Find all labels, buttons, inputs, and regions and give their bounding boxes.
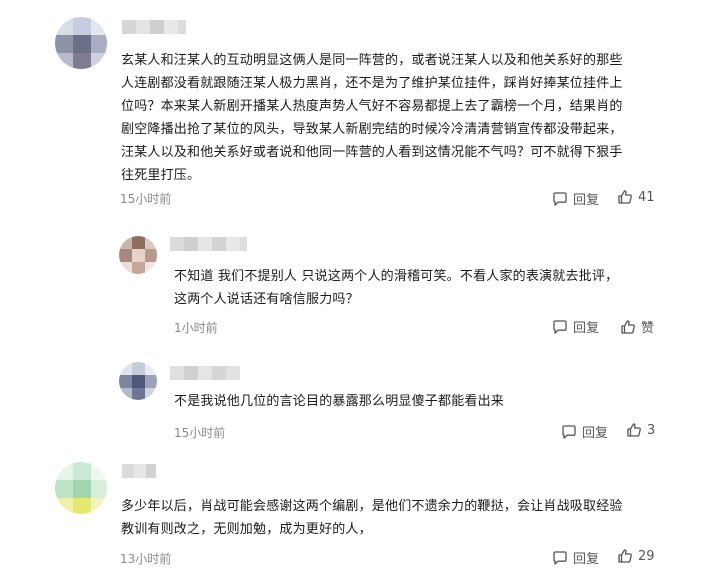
reply-button[interactable]: 回复	[552, 548, 599, 567]
timestamp: 1小时前	[174, 321, 218, 335]
comment-line: 不是我说他几位的言论目的暴露那么明显傻子都能看出来	[174, 394, 505, 409]
reply-label: 回复	[573, 321, 600, 336]
comment-bubble-icon	[561, 424, 577, 440]
comment-line: 剧空降播出抢了某位的风头，导致某人新剧完结的时候冷冷清清营销宣传都没带起来，	[121, 122, 623, 137]
reply-label: 回复	[582, 426, 609, 441]
like-button[interactable]: 29	[617, 548, 655, 564]
timestamp: 13小时前	[120, 552, 172, 566]
timestamp: 15小时前	[120, 192, 172, 206]
like-count: 3	[647, 422, 656, 438]
reply-item: 不是我说他几位的言论目的暴露那么明显傻子都能看出来 15小时前 回复 3	[0, 350, 703, 455]
like-button[interactable]: 赞	[620, 317, 654, 336]
comment-line: 这两个人说话还有啥信服力吗？	[174, 292, 359, 307]
like-count: 赞	[641, 321, 655, 336]
like-count: 29	[638, 548, 655, 564]
comment-line: 多少年以后，肖战可能会感谢这两个编剧，是他们不遗余力的鞭挞，会让肖战吸取经验	[121, 499, 623, 514]
avatar[interactable]	[119, 362, 157, 400]
comment-line: 位吗？本来某人新剧开播某人热度声势人气好不容易都提上去了霸榜一个月，结果肖的	[121, 99, 623, 114]
thumbs-up-icon	[617, 189, 633, 205]
comment-bubble-icon	[552, 550, 568, 566]
comment-item: 多少年以后，肖战可能会感谢这两个编剧，是他们不遗余力的鞭挞，会让肖战吸取经验 教…	[0, 455, 703, 581]
comment-bubble-icon	[552, 191, 568, 207]
timestamp: 15小时前	[174, 426, 226, 440]
reply-item: 不知道 我们不提别人 只说这两个人的滑稽可笑。不看人家的表演就去批评， 这两个人…	[0, 220, 703, 345]
avatar[interactable]	[119, 236, 157, 274]
comment-text: 不是我说他几位的言论目的暴露那么明显傻子都能看出来	[174, 390, 504, 413]
comment-line: 玄某人和汪某人的互动明显这俩人是同一阵营的，或者说汪某人以及和他关系好的那些	[121, 53, 623, 68]
avatar[interactable]	[55, 17, 107, 69]
reply-button[interactable]: 回复	[552, 317, 599, 336]
comment-bubble-icon	[552, 319, 568, 335]
comment-text: 玄某人和汪某人的互动明显这俩人是同一阵营的，或者说汪某人以及和他关系好的那些 人…	[121, 49, 623, 187]
username-blurred[interactable]	[170, 366, 240, 380]
username-blurred[interactable]	[122, 20, 186, 34]
comment-line: 汪某人以及和他关系好或者说和他同一阵营的人看到这情况能不气吗？可不就得下狠手	[121, 145, 623, 160]
comment-text: 不知道 我们不提别人 只说这两个人的滑稽可笑。不看人家的表演就去批评， 这两个人…	[174, 265, 618, 311]
comment-line: 往死里打压。	[121, 168, 201, 183]
comment-text: 多少年以后，肖战可能会感谢这两个编剧，是他们不遗余力的鞭挞，会让肖战吸取经验 教…	[121, 495, 623, 541]
username-blurred[interactable]	[170, 237, 247, 251]
like-button[interactable]: 3	[626, 422, 655, 438]
like-count: 41	[638, 189, 655, 205]
comment-item: 玄某人和汪某人的互动明显这俩人是同一阵营的，或者说汪某人以及和他关系好的那些 人…	[0, 0, 703, 215]
thumbs-up-icon	[617, 548, 633, 564]
avatar[interactable]	[55, 462, 107, 514]
reply-label: 回复	[573, 193, 600, 208]
comment-line: 人连剧都没看就跟随汪某人极力黑肖，还不是为了维护某位挂件，踩肖好捧某位挂件上	[121, 76, 623, 91]
username-blurred[interactable]	[122, 464, 156, 478]
reply-button[interactable]: 回复	[561, 422, 608, 441]
like-button[interactable]: 41	[617, 189, 655, 205]
comment-line: 教训有则改之，无则加勉，成为更好的人，	[121, 522, 372, 537]
thumbs-up-icon	[626, 422, 642, 438]
thumbs-up-icon	[620, 319, 636, 335]
reply-button[interactable]: 回复	[552, 189, 599, 208]
comment-line: 不知道 我们不提别人 只说这两个人的滑稽可笑。不看人家的表演就去批评，	[174, 269, 619, 284]
reply-label: 回复	[573, 552, 600, 567]
